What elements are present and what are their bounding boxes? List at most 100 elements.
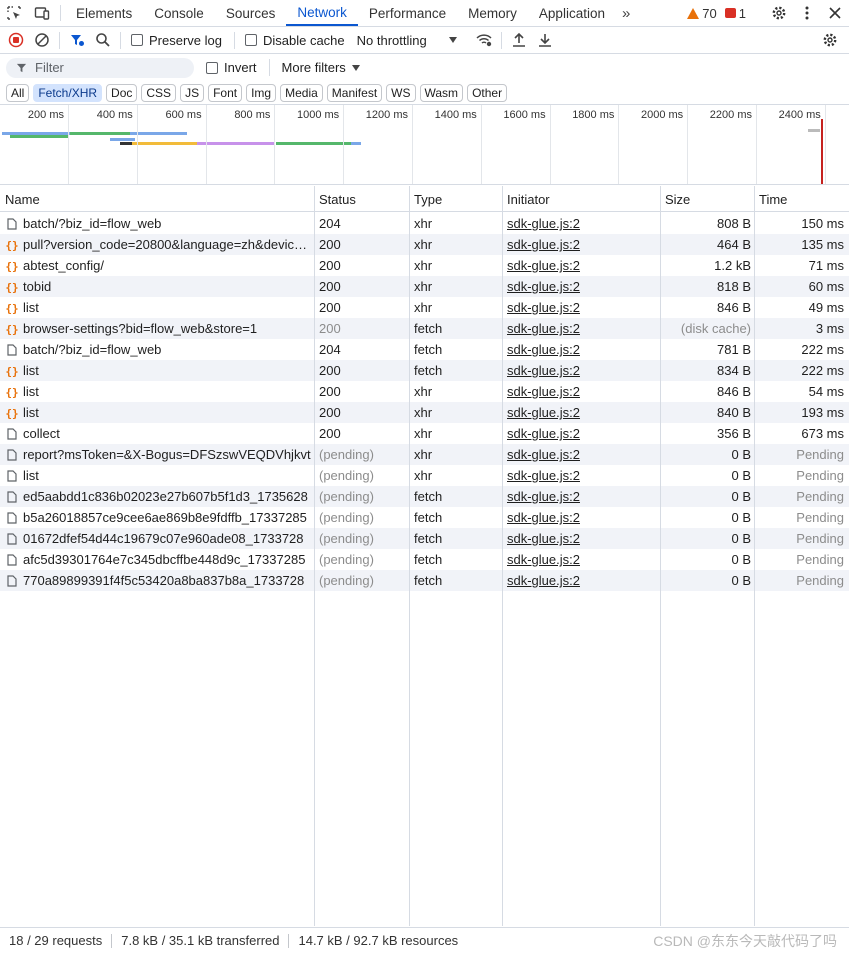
tab-performance[interactable]: Performance [358, 0, 457, 26]
more-filters-dropdown[interactable]: More filters [282, 60, 360, 75]
settings-gear-icon[interactable] [765, 0, 793, 27]
request-initiator-link[interactable]: sdk-glue.js:2 [507, 552, 580, 567]
inspect-element-icon[interactable] [0, 0, 28, 26]
request-initiator-link[interactable]: sdk-glue.js:2 [507, 279, 580, 294]
filter-chip-img[interactable]: Img [246, 83, 277, 102]
filter-chip-fetch-xhr[interactable]: Fetch/XHR [33, 83, 103, 102]
column-header-type[interactable]: Type [414, 192, 442, 207]
filter-funnel-icon[interactable] [64, 27, 90, 53]
import-har-upload-icon[interactable] [506, 27, 532, 53]
filter-chip-wasm[interactable]: Wasm [419, 83, 464, 102]
column-divider[interactable] [754, 186, 755, 926]
filter-chip-ws[interactable]: WS [386, 83, 416, 102]
request-initiator-link[interactable]: sdk-glue.js:2 [507, 531, 580, 546]
filter-chip-media[interactable]: Media [280, 83, 323, 102]
request-name[interactable]: abtest_config/ [23, 258, 311, 273]
tab-console[interactable]: Console [143, 0, 215, 26]
kebab-menu-icon[interactable] [793, 0, 821, 27]
search-icon[interactable] [90, 27, 116, 53]
table-row[interactable]: afc5d39301764e7c345dbcffbe448d9c_1733728… [0, 549, 849, 570]
device-toolbar-icon[interactable] [28, 0, 56, 26]
request-initiator-link[interactable]: sdk-glue.js:2 [507, 510, 580, 525]
tab-elements[interactable]: Elements [65, 0, 143, 26]
filter-chip-doc[interactable]: Doc [106, 83, 138, 102]
tab-network[interactable]: Network [286, 0, 358, 26]
request-initiator-link[interactable]: sdk-glue.js:2 [507, 447, 580, 462]
request-name[interactable]: b5a26018857ce9cee6ae869b8e9fdffb_1733728… [23, 510, 311, 525]
table-row[interactable]: {} list 200 xhr sdk-glue.js:2 840 B 193 ms [0, 402, 849, 423]
filter-chip-manifest[interactable]: Manifest [326, 83, 383, 102]
disable-cache-checkbox[interactable]: Disable cache [244, 33, 345, 48]
tab-application[interactable]: Application [528, 0, 616, 26]
request-name[interactable]: report?msToken=&X-Bogus=DFSzswVEQDVhjkvt [23, 447, 311, 462]
table-row[interactable]: batch/?biz_id=flow_web 204 xhr sdk-glue.js:… [0, 213, 849, 234]
table-row[interactable]: {} list 200 fetch sdk-glue.js:2 834 B 222 ms [0, 360, 849, 381]
column-header-status[interactable]: Status [319, 192, 356, 207]
request-initiator-link[interactable]: sdk-glue.js:2 [507, 573, 580, 588]
column-divider[interactable] [409, 186, 410, 926]
filter-chip-font[interactable]: Font [208, 83, 243, 102]
filter-chip-all[interactable]: All [6, 83, 30, 102]
request-initiator-link[interactable]: sdk-glue.js:2 [507, 384, 580, 399]
tab-memory[interactable]: Memory [457, 0, 528, 26]
request-initiator-link[interactable]: sdk-glue.js:2 [507, 342, 580, 357]
table-row[interactable]: b5a26018857ce9cee6ae869b8e9fdffb_1733728… [0, 507, 849, 528]
tab-sources[interactable]: Sources [215, 0, 287, 26]
request-initiator-link[interactable]: sdk-glue.js:2 [507, 300, 580, 315]
filter-chip-css[interactable]: CSS [141, 83, 177, 102]
request-initiator-link[interactable]: sdk-glue.js:2 [507, 363, 580, 378]
request-initiator-link[interactable]: sdk-glue.js:2 [507, 258, 580, 273]
table-row[interactable]: {} tobid 200 xhr sdk-glue.js:2 818 B 60 ms [0, 276, 849, 297]
column-header-size[interactable]: Size [665, 192, 690, 207]
request-name[interactable]: browser-settings?bid=flow_web&store=1 [23, 321, 311, 336]
clear-icon[interactable] [29, 27, 55, 53]
request-name[interactable]: list [23, 300, 311, 315]
request-name[interactable]: ed5aabdd1c836b02023e27b607b5f1d3_1735628 [23, 489, 311, 504]
preserve-log-checkbox[interactable]: Preserve log [131, 33, 222, 48]
request-name[interactable]: collect [23, 426, 311, 441]
request-name[interactable]: batch/?biz_id=flow_web [23, 342, 311, 357]
request-name[interactable]: afc5d39301764e7c345dbcffbe448d9c_1733728… [23, 552, 311, 567]
table-row[interactable]: collect 200 xhr sdk-glue.js:2 356 B 673 ms [0, 423, 849, 444]
throttling-select[interactable]: No throttling [357, 33, 457, 48]
network-settings-gear-icon[interactable] [817, 27, 843, 53]
checkbox-box[interactable] [244, 34, 257, 46]
table-row[interactable]: 770a89899391f4f5c53420a8ba837b8a_1733728… [0, 570, 849, 591]
checkbox-box[interactable] [206, 61, 218, 74]
export-har-download-icon[interactable] [532, 27, 558, 53]
request-initiator-link[interactable]: sdk-glue.js:2 [507, 426, 580, 441]
network-conditions-wifi-icon[interactable] [471, 27, 497, 53]
column-divider[interactable] [502, 186, 503, 926]
more-tabs-icon[interactable]: » [616, 0, 636, 26]
table-row[interactable]: ed5aabdd1c836b02023e27b607b5f1d3_1735628… [0, 486, 849, 507]
column-header-initiator[interactable]: Initiator [507, 192, 550, 207]
checkbox-box[interactable] [131, 34, 143, 46]
network-overview-timeline[interactable]: 200 ms 400 ms 600 ms 800 ms 1000 ms 1200 ms 14… [0, 105, 849, 185]
request-name[interactable]: list [23, 363, 311, 378]
close-icon[interactable] [821, 0, 849, 27]
request-name[interactable]: list [23, 468, 311, 483]
table-row[interactable]: {} pull?version_code=20800&language=zh&de… [0, 234, 849, 255]
request-name[interactable]: list [23, 384, 311, 399]
filter-input[interactable]: Filter [6, 57, 194, 78]
table-row[interactable]: batch/?biz_id=flow_web 204 fetch sdk-glue.j… [0, 339, 849, 360]
invert-checkbox[interactable]: Invert [206, 60, 257, 75]
column-divider[interactable] [314, 186, 315, 926]
request-initiator-link[interactable]: sdk-glue.js:2 [507, 489, 580, 504]
table-row[interactable]: 01672dfef54d44c19679c07e960ade08_1733728… [0, 528, 849, 549]
table-row[interactable]: {} list 200 xhr sdk-glue.js:2 846 B 49 ms [0, 297, 849, 318]
record-stop-icon[interactable] [3, 27, 29, 53]
request-name[interactable]: pull?version_code=20800&language=zh&devi… [23, 237, 311, 252]
request-initiator-link[interactable]: sdk-glue.js:2 [507, 216, 580, 231]
request-name[interactable]: batch/?biz_id=flow_web [23, 216, 311, 231]
request-initiator-link[interactable]: sdk-glue.js:2 [507, 468, 580, 483]
warnings-counter[interactable]: 70 [687, 6, 717, 21]
column-header-name[interactable]: Name [5, 192, 40, 207]
request-name[interactable]: 01672dfef54d44c19679c07e960ade08_1733728 [23, 531, 311, 546]
request-initiator-link[interactable]: sdk-glue.js:2 [507, 405, 580, 420]
table-row[interactable]: report?msToken=&X-Bogus=DFSzswVEQDVhjkvt… [0, 444, 849, 465]
request-initiator-link[interactable]: sdk-glue.js:2 [507, 321, 580, 336]
request-name[interactable]: 770a89899391f4f5c53420a8ba837b8a_1733728 [23, 573, 311, 588]
column-divider[interactable] [660, 186, 661, 926]
column-header-time[interactable]: Time [759, 192, 787, 207]
